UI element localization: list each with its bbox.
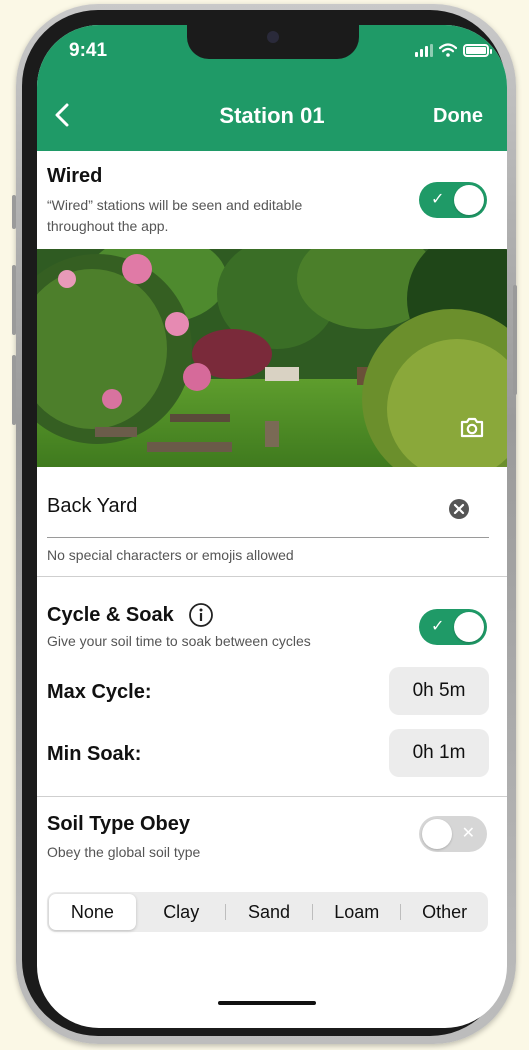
soil-option-other[interactable]: Other (401, 892, 488, 932)
soil-option-loam[interactable]: Loam (313, 892, 400, 932)
clear-icon[interactable] (448, 498, 470, 520)
x-icon: ✕ (461, 825, 475, 842)
wired-toggle[interactable]: ✓ (419, 182, 487, 218)
wired-description: “Wired” stations will be seen and editab… (47, 197, 303, 234)
station-photo[interactable] (37, 249, 507, 467)
soil-option-sand[interactable]: Sand (226, 892, 313, 932)
status-time: 9:41 (69, 40, 108, 61)
soil-option-clay[interactable]: Clay (138, 892, 225, 932)
check-icon: ✓ (431, 191, 445, 208)
min-soak-value[interactable]: 0h 1m (389, 729, 489, 777)
max-cycle-value[interactable]: 0h 5m (389, 667, 489, 715)
divider (37, 796, 507, 797)
divider (37, 576, 507, 577)
toggle-knob (454, 612, 484, 642)
status-icons (415, 43, 492, 57)
soil-option-none[interactable]: None (49, 894, 136, 930)
soil-type-title: Soil Type Obey (47, 813, 190, 835)
station-name-helper: No special characters or emojis allowed (47, 547, 294, 563)
volume-down-button (12, 355, 16, 425)
nav-header: 9:41 Station 01 Done (37, 25, 507, 151)
soil-type-description: Obey the global soil type (47, 844, 201, 860)
power-button (513, 285, 517, 395)
toggle-knob (422, 819, 452, 849)
cycle-soak-description: Give your soil time to soak between cycl… (47, 633, 311, 649)
soil-type-segmented-control: None Clay Sand Loam Other (47, 892, 488, 932)
silent-switch (12, 195, 16, 229)
toggle-knob (454, 185, 484, 215)
min-soak-label: Min Soak: (47, 743, 142, 765)
front-camera (267, 31, 279, 43)
cycle-soak-title: Cycle & Soak (47, 603, 174, 626)
info-icon[interactable] (188, 602, 214, 628)
wired-title: Wired (47, 165, 103, 187)
volume-up-button (12, 265, 16, 335)
battery-icon (463, 44, 492, 57)
wifi-icon (439, 43, 457, 57)
check-icon: ✓ (431, 618, 445, 635)
cycle-soak-toggle[interactable]: ✓ (419, 609, 487, 645)
done-button[interactable]: Done (433, 105, 483, 128)
home-indicator[interactable] (218, 1001, 316, 1005)
station-name-field[interactable]: Back Yard (47, 495, 137, 518)
notch (187, 25, 359, 59)
garden-photo-image (37, 249, 507, 467)
max-cycle-label: Max Cycle: (47, 681, 152, 703)
field-underline (47, 537, 489, 538)
soil-type-toggle[interactable]: ✕ (419, 816, 487, 852)
cycle-soak-title-row: Cycle & Soak (47, 602, 214, 628)
camera-icon[interactable] (459, 415, 485, 439)
signal-icon (415, 44, 433, 57)
app-screen: 9:41 Station 01 Done Wired “Wired” stati… (37, 25, 507, 1028)
